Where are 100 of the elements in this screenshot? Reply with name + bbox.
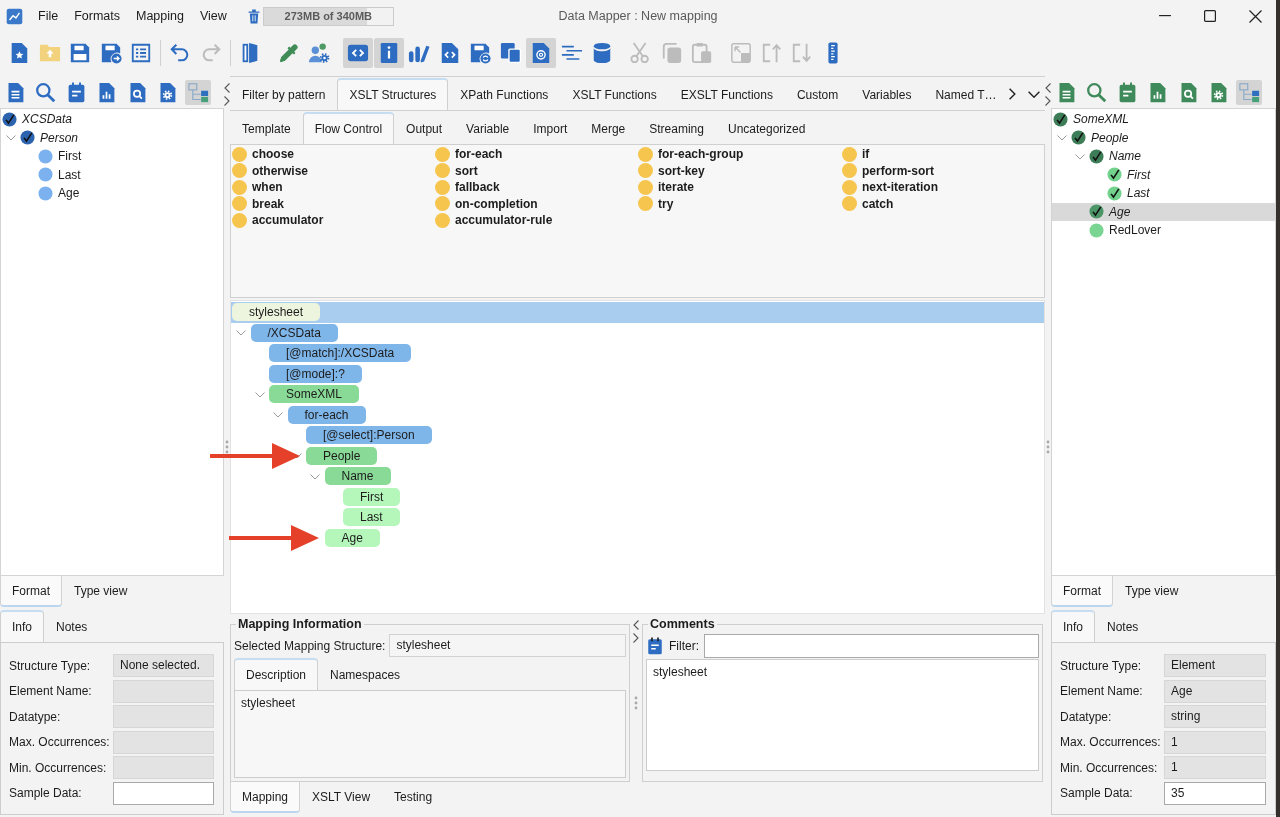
tab[interactable]: Variables	[850, 78, 924, 110]
tree-item[interactable]: First	[1052, 165, 1275, 184]
tab[interactable]: XSLT View	[300, 782, 383, 813]
tab[interactable]: Info	[1051, 610, 1095, 642]
toolbar-button[interactable]	[373, 38, 404, 68]
toolbar-button[interactable]	[343, 38, 373, 68]
menu-item[interactable]: Formats	[66, 5, 128, 27]
palette-item[interactable]: for-each	[435, 146, 638, 163]
tab[interactable]: Output	[394, 112, 455, 144]
text-field[interactable]	[113, 705, 214, 728]
tab[interactable]: Custom	[784, 78, 851, 110]
notepad-icon[interactable]	[646, 635, 664, 656]
chevron-right-icon[interactable]	[224, 96, 230, 106]
palette-item[interactable]: choose	[232, 146, 435, 163]
tree-node[interactable]: /XCSData	[250, 323, 338, 342]
palette-item[interactable]: catch	[842, 195, 1044, 212]
tab[interactable]: Mapping	[230, 782, 301, 813]
text-field[interactable]: 35	[1164, 781, 1266, 805]
close-icon[interactable]	[1249, 9, 1262, 23]
tree-item[interactable]: RedLover	[1052, 221, 1275, 240]
description-text-area[interactable]: stylesheet	[234, 690, 626, 778]
tree-item[interactable]: Last	[1, 165, 223, 184]
palette-item[interactable]: try	[638, 195, 842, 212]
memory-usage-track[interactable]: 273MB of 340MB	[262, 6, 394, 26]
tab[interactable]: Description	[234, 658, 319, 690]
text-field[interactable]	[113, 730, 214, 754]
chevron-left-icon[interactable]	[633, 620, 639, 630]
palette-item[interactable]: otherwise	[232, 162, 435, 179]
tab[interactable]: Variable	[454, 112, 522, 144]
tree-item[interactable]: Last	[1052, 184, 1275, 203]
tree-node[interactable]: [@mode]:?	[269, 364, 362, 383]
splitter-grip-icon[interactable]	[225, 440, 229, 454]
chevron-left-icon[interactable]	[1045, 83, 1051, 93]
tab[interactable]: Merge	[579, 112, 638, 144]
palette-item[interactable]: on-completion	[435, 195, 638, 212]
text-field[interactable]: 1	[1164, 756, 1266, 779]
text-field[interactable]	[113, 756, 214, 779]
filter-input[interactable]	[704, 633, 1039, 658]
tree-node[interactable]: First	[343, 487, 401, 506]
tab[interactable]: EXSLT Functions	[668, 78, 785, 110]
palette-item[interactable]: sort	[435, 162, 638, 179]
text-field[interactable]: stylesheet	[389, 634, 626, 657]
toolbar-button[interactable]	[526, 38, 556, 68]
tree-node[interactable]: People	[306, 446, 378, 465]
tree-node[interactable]: [@match]:/XCSData	[269, 344, 412, 363]
text-field[interactable]	[113, 679, 214, 703]
splitter-grip-icon[interactable]	[1046, 440, 1050, 454]
palette-item[interactable]: perform-sort	[842, 162, 1044, 179]
tree-item[interactable]: Age	[1052, 202, 1275, 221]
tree-item[interactable]: Age	[1, 184, 223, 203]
tab[interactable]: Type view	[1113, 576, 1191, 607]
maximize-icon[interactable]	[1204, 10, 1216, 22]
palette-item[interactable]: next-iteration	[842, 179, 1044, 196]
tab[interactable]: Type view	[62, 576, 140, 607]
palette-item[interactable]: iterate	[638, 179, 842, 196]
palette-item[interactable]: fallback	[435, 179, 638, 196]
tree-item[interactable]: People	[1052, 128, 1275, 147]
tab[interactable]: Uncategorized	[715, 112, 818, 144]
chevron-left-icon[interactable]	[224, 83, 230, 93]
chevron-right-icon[interactable]	[1008, 88, 1016, 100]
toolbar-button[interactable]	[1236, 79, 1262, 105]
tab[interactable]: XPath Functions	[448, 78, 561, 110]
tree-node[interactable]: [@select]:Person	[306, 426, 432, 445]
text-field[interactable]: 1	[1164, 730, 1266, 754]
text-field[interactable]: Element	[1164, 654, 1266, 677]
minimize-icon[interactable]	[1159, 15, 1171, 17]
text-field[interactable]: None selected.	[113, 654, 214, 677]
tab[interactable]: XSLT Structures	[337, 78, 449, 110]
tree-node[interactable]: for-each	[287, 405, 366, 424]
tree-node[interactable]: stylesheet	[232, 303, 321, 322]
palette-item[interactable]: if	[842, 146, 1044, 163]
tab[interactable]: Named T…	[923, 78, 1009, 110]
comments-text-area[interactable]: stylesheet	[646, 659, 1039, 771]
tab[interactable]: Flow Control	[302, 112, 395, 144]
palette-item[interactable]: for-each-group	[638, 146, 842, 163]
splitter-grip-icon[interactable]	[634, 696, 638, 710]
tab[interactable]: XSLT Functions	[560, 78, 669, 110]
tree-item[interactable]: Person	[1, 128, 223, 147]
text-field[interactable]: string	[1164, 705, 1266, 728]
tree-node[interactable]: SomeXML	[269, 385, 360, 404]
menu-item[interactable]: Mapping	[128, 5, 192, 27]
tree-item[interactable]: SomeXML	[1052, 110, 1275, 129]
app-icon[interactable]	[6, 7, 23, 25]
tab[interactable]: Info	[0, 610, 44, 642]
tab[interactable]: Testing	[382, 782, 445, 813]
tab[interactable]: Streaming	[637, 112, 716, 144]
palette-item[interactable]: when	[232, 179, 435, 196]
palette-item[interactable]: accumulator-rule	[435, 212, 638, 229]
toolbar-button[interactable]	[185, 79, 211, 105]
tab[interactable]: Template	[230, 112, 303, 144]
palette-item[interactable]: accumulator	[232, 212, 435, 229]
tab[interactable]: Format	[1051, 576, 1113, 607]
tree-item[interactable]: Name	[1052, 147, 1275, 166]
menu-item[interactable]: View	[191, 5, 235, 27]
palette-item[interactable]: break	[232, 195, 435, 212]
tab[interactable]: Format	[0, 576, 62, 607]
trash-icon[interactable]	[247, 8, 260, 24]
tree-item[interactable]: XCSData	[1, 110, 223, 129]
tab[interactable]: Notes	[44, 610, 100, 642]
chevron-right-icon[interactable]	[1045, 96, 1051, 106]
